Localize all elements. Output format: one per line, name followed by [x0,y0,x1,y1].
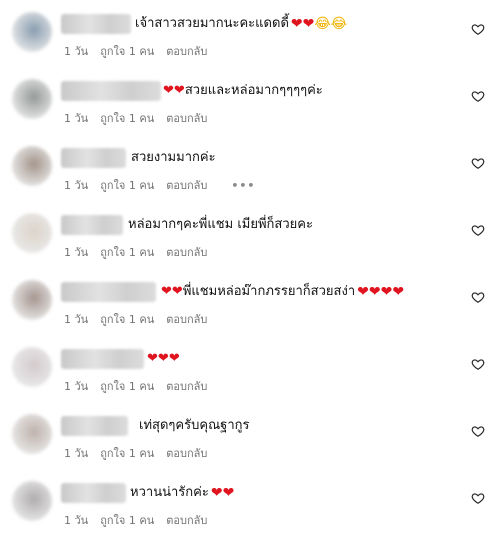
comment-row: ❤❤พี่แชมหล่อม๊ากภรรยาก็สวยสง่า❤❤❤❤ 1 วัน ถ… [0,276,497,342]
like-heart-icon[interactable] [471,223,485,237]
avatar[interactable] [12,146,52,186]
likes-count[interactable]: ถูกใจ 1 คน [100,313,154,326]
comment-time: 1 วัน [64,447,89,460]
likes-count[interactable]: ถูกใจ 1 คน [100,447,154,460]
comment-text: สวยงามมากค่ะ [131,150,216,165]
comment-text: หล่อมากๆคะพี่แชม เมียพี่ก็สวยคะ [128,217,313,232]
comment-row: ❤❤❤ 1 วัน ถูกใจ 1 คน ตอบกลับ [0,343,497,409]
comment-meta: 1 วัน ถูกใจ 1 คน ตอบกลับ [64,109,219,127]
username-blurred[interactable] [61,349,144,369]
reply-button[interactable]: ตอบกลับ [166,179,207,192]
comment-text: หวานน่ารักค่ะ❤❤ [130,485,235,501]
comment-text: ❤❤❤ [147,351,180,366]
reply-button[interactable]: ตอบกลับ [166,514,207,527]
avatar[interactable] [12,213,52,253]
comment-text: เจ้าสาวสวยมากนะคะแดดดี้❤❤😂😂 [135,16,348,32]
like-heart-icon[interactable] [471,22,485,36]
comment-emoji: ❤❤ [210,485,235,501]
comment-emoji: ❤❤❤❤ [357,284,405,300]
like-heart-icon[interactable] [471,156,485,170]
comment-text: เท่สุดๆครับคุณฐากูร [139,418,250,433]
comment-row: เท่สุดๆครับคุณฐากูร 1 วัน ถูกใจ 1 คน ตอบกลั… [0,410,497,476]
avatar[interactable] [12,481,52,521]
comment-row: ❤❤สวยและหล่อมากๆๆๆๆค่ะ 1 วัน ถูกใจ 1 คน ตอบ… [0,75,497,141]
like-heart-icon[interactable] [471,290,485,304]
comment-meta: 1 วัน ถูกใจ 1 คน ตอบกลับ [64,42,219,60]
comment-text: ❤❤สวยและหล่อมากๆๆๆๆค่ะ [163,83,323,98]
avatar[interactable] [12,414,52,454]
username-blurred[interactable] [61,282,156,302]
avatar[interactable] [12,12,52,52]
likes-count[interactable]: ถูกใจ 1 คน [100,112,154,125]
username-blurred[interactable] [61,14,131,34]
comment-meta: 1 วัน ถูกใจ 1 คน ตอบกลับ [64,511,219,529]
reply-button[interactable]: ตอบกลับ [166,45,207,58]
comment-time: 1 วัน [64,514,89,527]
comment-time: 1 วัน [64,45,89,58]
likes-count[interactable]: ถูกใจ 1 คน [100,45,154,58]
username-blurred[interactable] [61,215,123,235]
like-heart-icon[interactable] [471,89,485,103]
username-blurred[interactable] [61,148,126,168]
like-heart-icon[interactable] [471,357,485,371]
likes-count[interactable]: ถูกใจ 1 คน [100,246,154,259]
avatar[interactable] [12,280,52,320]
likes-count[interactable]: ถูกใจ 1 คน [100,179,154,192]
comment-row: สวยงามมากค่ะ 1 วัน ถูกใจ 1 คน ตอบกลับ ••• [0,142,497,208]
reply-button[interactable]: ตอบกลับ [166,112,207,125]
comment-meta: 1 วัน ถูกใจ 1 คน ตอบกลับ [64,377,219,395]
comment-meta: 1 วัน ถูกใจ 1 คน ตอบกลับ ••• [64,176,267,194]
username-blurred[interactable] [61,483,126,503]
comment-row: หวานน่ารักค่ะ❤❤ 1 วัน ถูกใจ 1 คน ตอบกลับ [0,477,497,543]
reply-button[interactable]: ตอบกลับ [166,447,207,460]
comment-time: 1 วัน [64,179,89,192]
reply-button[interactable]: ตอบกลับ [166,246,207,259]
like-heart-icon[interactable] [471,424,485,438]
comment-meta: 1 วัน ถูกใจ 1 คน ตอบกลับ [64,310,219,328]
comment-time: 1 วัน [64,246,89,259]
comment-meta: 1 วัน ถูกใจ 1 คน ตอบกลับ [64,444,219,462]
more-options-icon[interactable]: ••• [231,179,255,192]
reply-button[interactable]: ตอบกลับ [166,380,207,393]
like-heart-icon[interactable] [471,491,485,505]
avatar[interactable] [12,347,52,387]
username-blurred[interactable] [61,416,128,436]
comment-time: 1 วัน [64,112,89,125]
reply-button[interactable]: ตอบกลับ [166,313,207,326]
comment-time: 1 วัน [64,380,89,393]
comment-row: เจ้าสาวสวยมากนะคะแดดดี้❤❤😂😂 1 วัน ถูกใจ 1 … [0,8,497,74]
username-blurred[interactable] [61,81,161,101]
likes-count[interactable]: ถูกใจ 1 คน [100,380,154,393]
comment-meta: 1 วัน ถูกใจ 1 คน ตอบกลับ [64,243,219,261]
comment-row: หล่อมากๆคะพี่แชม เมียพี่ก็สวยคะ 1 วัน ถูกใ… [0,209,497,275]
likes-count[interactable]: ถูกใจ 1 คน [100,514,154,527]
comment-text: ❤❤พี่แชมหล่อม๊ากภรรยาก็สวยสง่า❤❤❤❤ [161,284,405,300]
avatar[interactable] [12,79,52,119]
comment-time: 1 วัน [64,313,89,326]
comment-emoji: ❤❤😂😂 [290,16,348,32]
